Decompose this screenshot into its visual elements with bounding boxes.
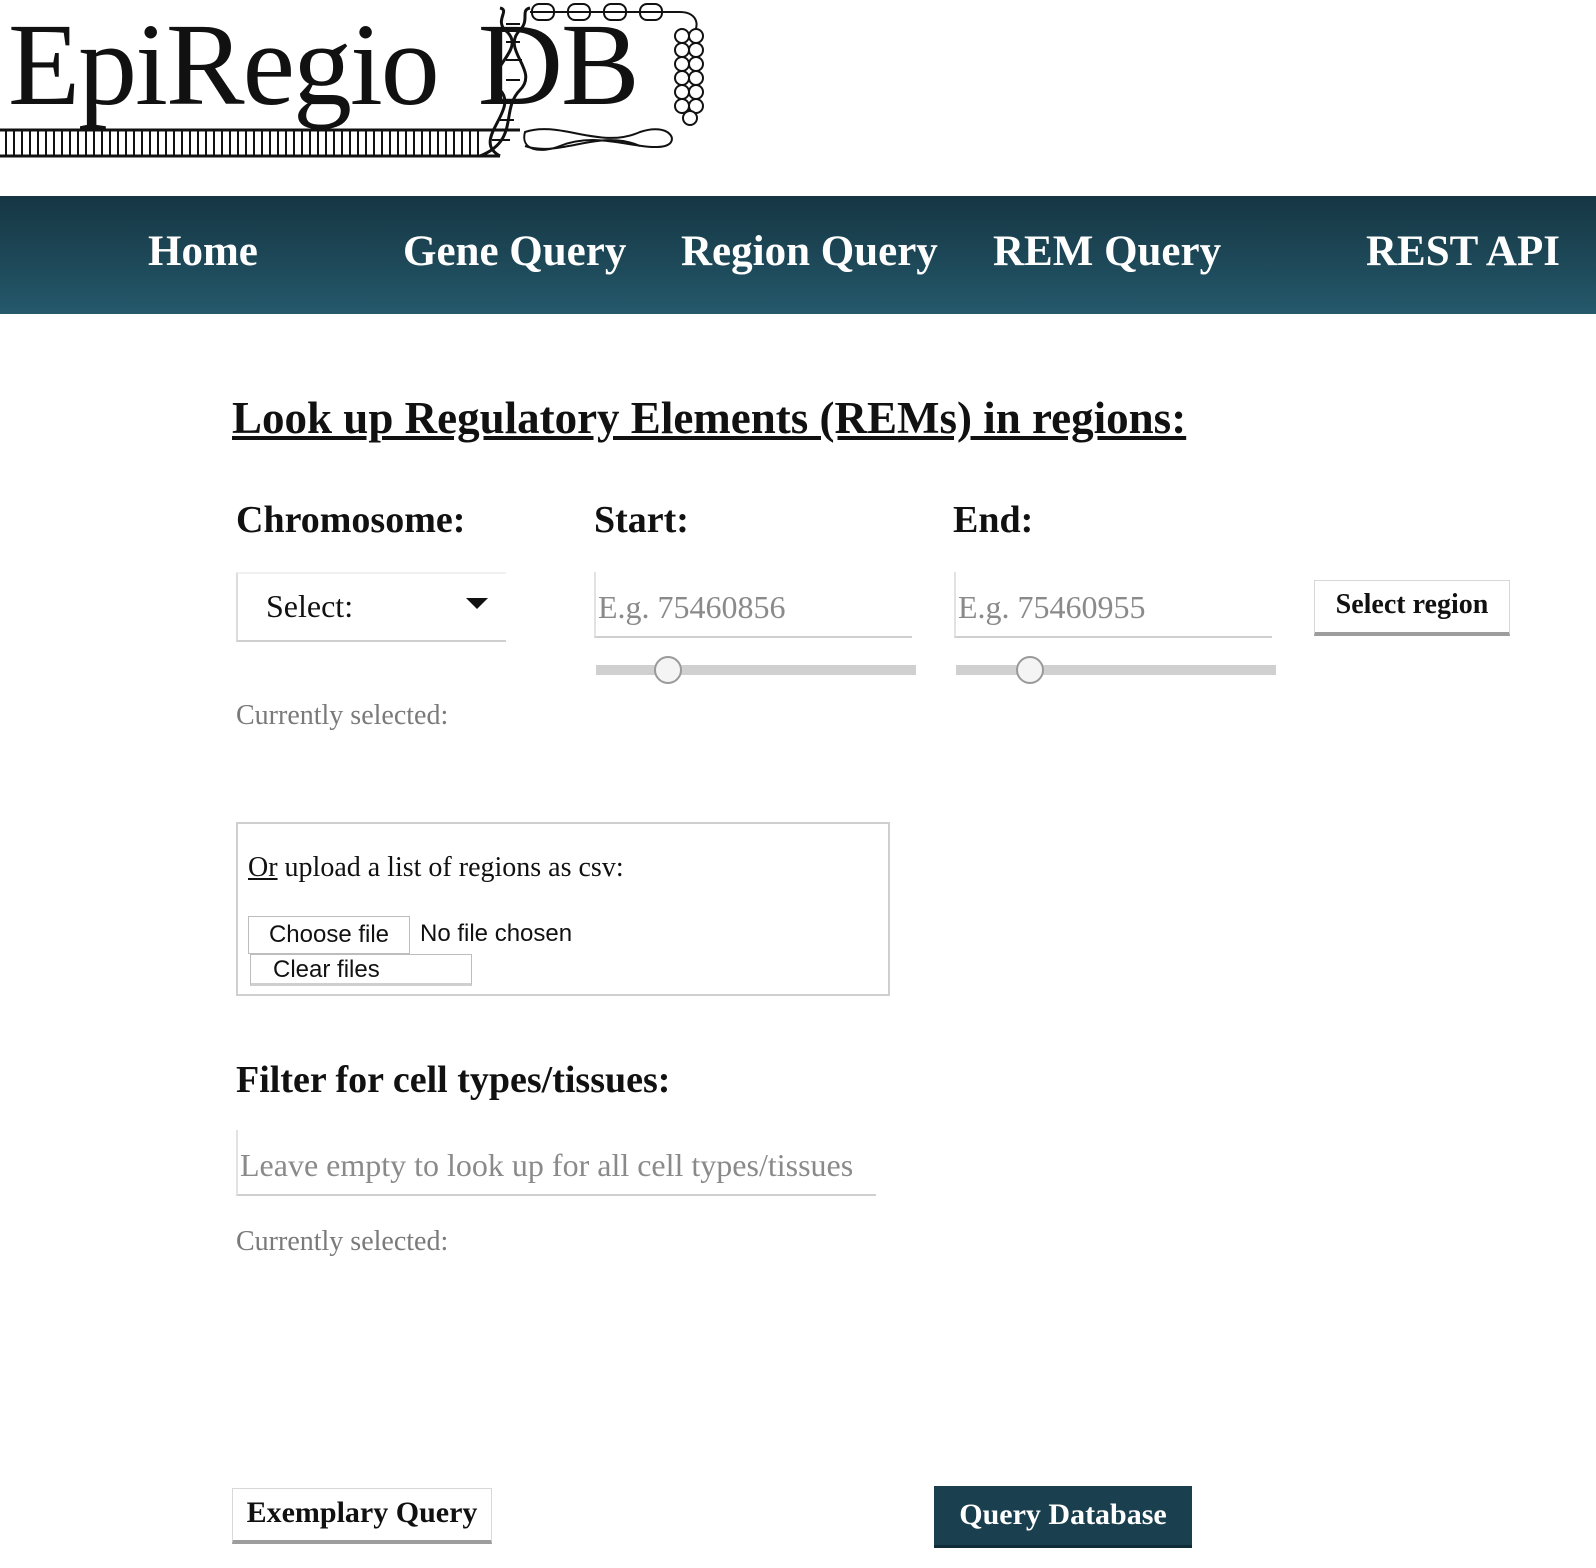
exemplary-query-button[interactable]: Exemplary Query	[232, 1488, 492, 1544]
file-status-text: No file chosen	[420, 920, 573, 947]
start-label: Start:	[594, 499, 689, 541]
upload-label-or: Or	[248, 852, 278, 883]
nav-item-rest-api[interactable]: REST API	[1366, 196, 1560, 314]
end-input[interactable]	[954, 572, 1272, 638]
main-navbar: Home Gene Query Region Query REM Query R…	[0, 196, 1596, 314]
chromosome-select[interactable]: Select:	[236, 572, 506, 642]
nav-item-home[interactable]: Home	[148, 196, 258, 314]
nav-item-gene-query[interactable]: Gene Query	[403, 196, 626, 314]
start-input[interactable]	[594, 572, 912, 638]
end-slider-thumb[interactable]	[1016, 656, 1044, 684]
epiregiodb-logo: EpiRegio DB	[0, 0, 720, 170]
csv-upload-panel: Or upload a list of regions as csv: Choo…	[236, 822, 890, 996]
end-slider[interactable]	[956, 656, 1276, 684]
end-label: End:	[953, 499, 1034, 541]
logo-text-db: DB	[477, 0, 640, 130]
cell-type-filter-input[interactable]	[236, 1130, 876, 1196]
upload-label: Or upload a list of regions as csv:	[248, 852, 624, 884]
page-title: Look up Regulatory Elements (REMs) in re…	[232, 393, 1187, 443]
start-slider[interactable]	[596, 656, 916, 684]
chromosome-label: Chromosome:	[236, 499, 466, 541]
nav-item-region-query[interactable]: Region Query	[681, 196, 938, 314]
region-currently-selected: Currently selected:	[236, 700, 449, 731]
choose-file-button[interactable]: Choose file	[248, 916, 410, 954]
chevron-down-icon	[466, 598, 488, 609]
query-database-button[interactable]: Query Database	[934, 1486, 1192, 1548]
clear-files-button[interactable]: Clear files	[250, 954, 472, 986]
logo-text-main: EpiRegio	[8, 0, 440, 130]
start-slider-thumb[interactable]	[654, 656, 682, 684]
upload-label-rest: upload a list of regions as csv:	[277, 852, 624, 883]
nav-item-rem-query[interactable]: REM Query	[993, 196, 1221, 314]
chromosome-select-value: Select:	[266, 588, 354, 624]
filter-label: Filter for cell types/tissues:	[236, 1059, 671, 1101]
filter-currently-selected: Currently selected:	[236, 1226, 449, 1257]
logo-wordmark: EpiRegio DB	[8, 6, 640, 124]
select-region-button[interactable]: Select region	[1314, 580, 1510, 636]
